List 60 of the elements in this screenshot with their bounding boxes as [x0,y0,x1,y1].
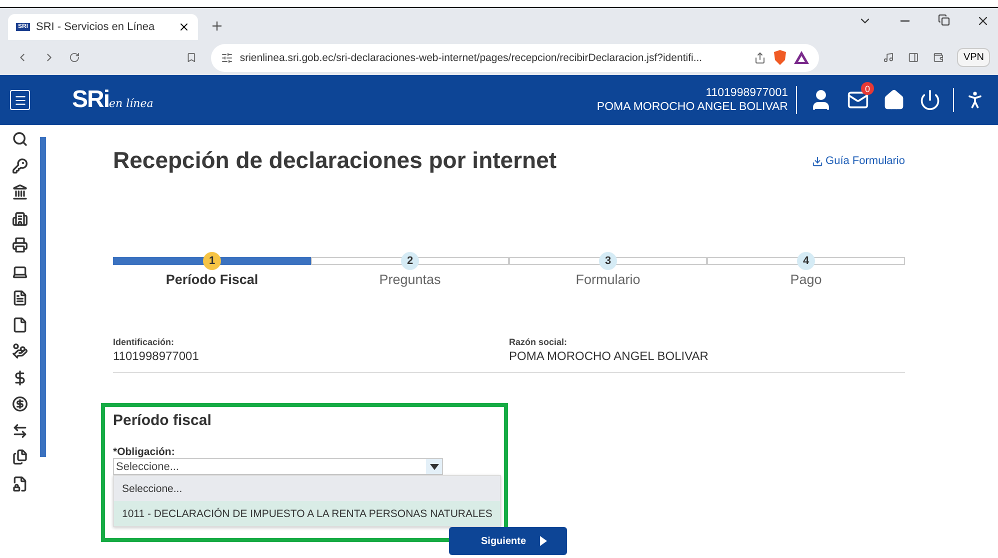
reload-icon[interactable] [69,51,80,64]
dropdown-option[interactable]: Seleccione... [114,476,500,501]
field-value: 1101998977001 [113,349,200,363]
tab-title: SRI - Servicios en Línea [36,21,156,33]
sri-logo: SRien línea [72,86,154,114]
search-icon[interactable] [12,131,28,147]
step-label: Formulario [576,272,640,287]
bank-icon[interactable] [12,184,28,200]
site-settings-icon[interactable] [220,52,233,64]
url-text: srienlinea.sri.gob.ec/sri-declaraciones-web-internet/pages/recepcion/recibirDeclaracion.jsf?identifi... [240,52,704,64]
step-label: Preguntas [379,272,441,287]
step-number[interactable]: 1 [203,252,221,270]
step-number[interactable]: 3 [599,252,617,270]
step-number[interactable]: 2 [401,252,419,270]
step-number[interactable]: 4 [797,252,815,270]
field-value: POMA MOROCHO ANGEL BOLIVAR [509,349,710,363]
user-name: POMA MOROCHO ANGEL BOLIVAR [596,100,788,114]
notification-badge: 0 [861,82,874,95]
caret-icon [430,464,438,470]
home-icon[interactable] [883,89,905,111]
obligation-select[interactable]: Seleccione... [113,458,443,475]
power-icon[interactable] [919,89,941,111]
hand-icon[interactable] [12,343,28,359]
section-title: Período fiscal [113,412,212,429]
bookmark-icon[interactable] [186,51,197,64]
wallet-icon[interactable] [932,51,944,64]
exchange-icon[interactable] [12,422,28,438]
restore-icon[interactable] [938,14,950,26]
document-icon[interactable] [12,290,28,306]
close-icon[interactable] [976,14,990,28]
select-label: *Obligación: [113,446,176,458]
key-icon[interactable] [12,158,28,174]
vpn-button[interactable]: VPN [957,48,990,67]
field-label: Identificación: [113,337,176,347]
file-icon[interactable] [12,316,28,332]
laptop-icon[interactable] [12,264,28,280]
share-icon[interactable] [754,52,766,64]
documents-icon[interactable] [12,449,28,465]
close-icon[interactable] [178,21,190,33]
file-lock-icon[interactable] [12,476,28,492]
dollar-icon[interactable] [12,370,28,386]
guide-link[interactable]: Guía Formulario [812,155,905,167]
page-title: Recepción de declaraciones por internet [113,147,557,174]
next-button[interactable]: Siguiente [449,527,567,555]
sidebar-icon[interactable] [908,51,919,64]
play-icon [540,536,547,546]
download-icon [812,156,823,166]
step-label: Período Fiscal [166,272,258,287]
music-icon[interactable] [882,51,894,64]
field-label: Razón social: [509,337,568,347]
step-label: Pago [790,272,822,287]
menu-icon [14,94,26,106]
shield-icon[interactable] [772,50,787,65]
user-ruc: 1101998977001 [706,86,788,100]
dropdown-option[interactable]: 1011 - DECLARACIÓN DE IMPUESTO A LA RENTA PERSONAS NATURALES [114,501,500,526]
new-tab-icon[interactable] [210,19,224,33]
menu-button[interactable] [10,90,30,110]
triangle-icon[interactable] [794,51,809,64]
building-icon[interactable] [12,210,28,226]
address-bar[interactable]: srienlinea.sri.gob.ec/sri-declaraciones-web-internet/pages/recepcion/recibirDeclaracion.jsf?identifi... [210,44,819,72]
